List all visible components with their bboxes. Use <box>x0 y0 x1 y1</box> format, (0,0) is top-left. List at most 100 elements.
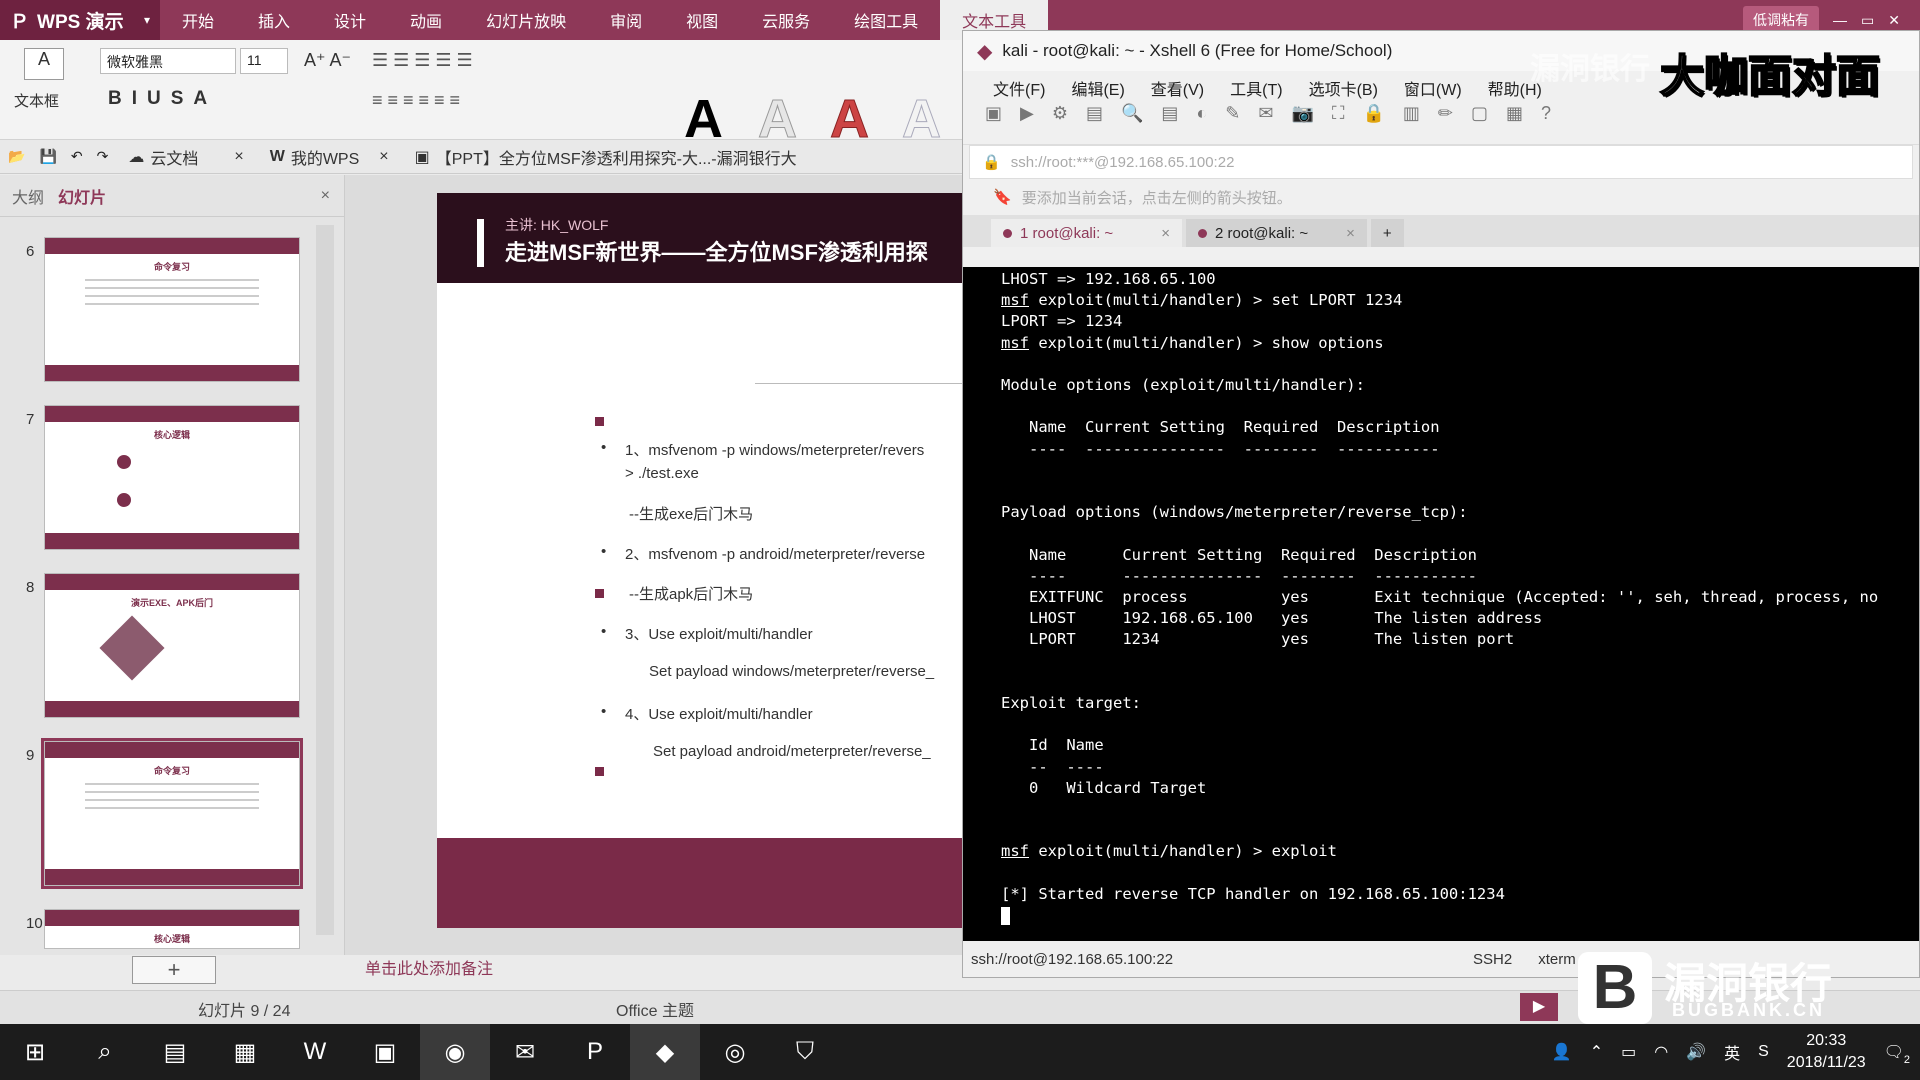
font-name-select[interactable]: 微软雅黑 <box>100 48 236 74</box>
wps-logo-icon: Ｐ <box>10 11 30 33</box>
slide-editor: 主讲: HK_WOLF 走进MSF新世界——全方位MSF渗透利用探 • 1、ms… <box>345 175 977 955</box>
close-icon[interactable]: × <box>234 148 243 166</box>
menu-edit[interactable]: 编辑(E) <box>1071 76 1124 100</box>
close-icon[interactable]: × <box>379 148 388 166</box>
undo-icon[interactable]: ↶ <box>71 148 83 165</box>
clock[interactable]: 20:33 2018/11/23 <box>1787 1030 1866 1074</box>
term-line: LHOST => 192.168.65.100 <box>1001 270 1216 288</box>
explorer-icon[interactable]: ▦ <box>210 1024 280 1080</box>
tab-outline[interactable]: 大纲 <box>12 184 44 208</box>
bullet: • <box>601 623 607 640</box>
clock-date: 2018/11/23 <box>1786 1054 1866 1071</box>
bullet: • <box>601 439 607 456</box>
doc-tab-cloud[interactable]: ☁ 云文档 × <box>122 145 249 169</box>
terminal[interactable]: LHOST => 192.168.65.100 msf exploit(multi… <box>963 267 1919 943</box>
new-tab-button[interactable]: + <box>1370 219 1404 247</box>
chevron-up-icon[interactable]: ⌃ <box>1590 1042 1603 1062</box>
format-buttons[interactable]: BIUSA <box>108 88 217 110</box>
bullet: • <box>601 543 607 560</box>
ime-indicator[interactable]: 英 <box>1724 1040 1740 1064</box>
slide-line: --生成apk后门木马 <box>629 586 754 603</box>
maximize-icon[interactable]: ▭ <box>1861 12 1874 29</box>
menu-view[interactable]: 查看(V) <box>1151 76 1204 100</box>
tab-review[interactable]: 审阅 <box>588 0 664 40</box>
menu-tabs[interactable]: 选项卡(B) <box>1309 76 1378 100</box>
people-icon[interactable]: 👤 <box>1552 1042 1572 1062</box>
redo-icon[interactable]: ↷ <box>97 148 109 165</box>
doc-tab-mywps[interactable]: W 我的WPS × <box>264 145 395 169</box>
wps-presentation-icon[interactable]: ◉ <box>420 1024 490 1080</box>
close-icon[interactable]: × <box>321 187 330 205</box>
notification-count: 2 <box>1903 1054 1910 1066</box>
menu-file[interactable]: 文件(F) <box>993 76 1045 100</box>
align-icon[interactable]: ≡ ≡ ≡ ≡ ≡ ≡ <box>372 90 460 111</box>
term-line: Name Current Setting Required Descriptio… <box>1001 418 1440 437</box>
wps-writer-icon[interactable]: W <box>280 1024 350 1080</box>
tab-insert[interactable]: 插入 <box>236 0 312 40</box>
font-grow-icon[interactable]: A⁺ A⁻ <box>304 50 351 71</box>
tab-design[interactable]: 设计 <box>312 0 388 40</box>
battery-icon[interactable]: ▭ <box>1621 1042 1636 1062</box>
slide-thumbnail-selected[interactable]: 命令复习 <box>41 738 303 889</box>
term-line: Exploit target: <box>1001 694 1141 713</box>
tab-cloud[interactable]: 云服务 <box>740 0 832 40</box>
notes-placeholder[interactable]: 单击此处添加备注 <box>365 955 493 979</box>
tab-slideshow[interactable]: 幻灯片放映 <box>464 0 588 40</box>
watermark-top: 漏洞银行 <box>1530 53 1650 86</box>
bullet: • <box>601 703 607 720</box>
close-icon[interactable]: × <box>1346 225 1355 242</box>
volume-icon[interactable]: 🔊 <box>1686 1042 1706 1062</box>
theme-name: Office 主题 <box>616 1003 694 1020</box>
tab-slides[interactable]: 幻灯片 <box>58 184 106 208</box>
session-tab-1[interactable]: 1 root@kali: ~ × <box>991 219 1182 247</box>
tab-animation[interactable]: 动画 <box>388 0 464 40</box>
browser-icon[interactable]: ◎ <box>700 1024 770 1080</box>
sogou-icon[interactable]: S <box>1758 1043 1769 1061</box>
start-icon[interactable]: ⊞ <box>0 1024 70 1080</box>
slide-line: 4、Use exploit/multi/handler <box>625 706 813 723</box>
slide-thumbnail[interactable]: 命令复习 <box>44 237 300 382</box>
wifi-icon[interactable]: ◠ <box>1654 1042 1668 1062</box>
folder-icon[interactable]: 📂 <box>8 148 25 165</box>
play-icon[interactable]: ▶ <box>1520 993 1558 1021</box>
slide-thumbnail[interactable]: 演示EXE、APK后门 <box>44 573 300 718</box>
app-icon[interactable]: ▣ <box>350 1024 420 1080</box>
address-bar[interactable]: 🔒 ssh://root:***@192.168.65.100:22 <box>969 145 1913 179</box>
tab-drawing-tools[interactable]: 绘图工具 <box>832 0 940 40</box>
menu-tools[interactable]: 工具(T) <box>1230 76 1282 100</box>
xshell-toolbar: ▣▶⚙▤🔍▤◐✎✉📷⛶🔒▥✏▢▦? <box>963 103 1919 145</box>
tab-home[interactable]: 开始 <box>160 0 236 40</box>
save-icon[interactable]: 💾 <box>39 148 56 165</box>
font-size-select[interactable]: 11 <box>240 48 288 74</box>
status-terminal: xterm <box>1538 950 1576 968</box>
wps-app-menu[interactable]: Ｐ WPS 演示 ▾ <box>0 0 160 40</box>
session-tip: 🔖 要添加当前会话，点击左侧的箭头按钮。 <box>963 179 1919 215</box>
textbox-icon[interactable]: A <box>24 48 64 80</box>
close-icon[interactable]: × <box>1161 225 1170 242</box>
add-slide-button[interactable]: + <box>132 956 216 984</box>
panel-scrollbar[interactable] <box>316 225 334 935</box>
slide-thumbnail[interactable]: 核心逻辑 <box>44 405 300 550</box>
app-p-icon[interactable]: P <box>560 1024 630 1080</box>
xshell-taskbar-icon[interactable]: ◆ <box>630 1024 700 1080</box>
lock-icon: 🔒 <box>982 154 1001 171</box>
toolbar-icons[interactable]: ▣▶⚙▤🔍▤◐✎✉📷⛶🔒▥✏▢▦? <box>985 103 1569 124</box>
shield-icon[interactable]: ⛉ <box>770 1024 840 1080</box>
task-view-icon[interactable]: ▤ <box>140 1024 210 1080</box>
tab-view[interactable]: 视图 <box>664 0 740 40</box>
textbox-label[interactable]: 文本框 <box>14 90 59 111</box>
close-icon[interactable]: ✕ <box>1888 12 1900 29</box>
network-app-icon[interactable]: ✉ <box>490 1024 560 1080</box>
notification-icon[interactable]: 🗨 2 <box>1884 1042 1910 1066</box>
search-icon[interactable]: ⌕ <box>70 1024 140 1080</box>
minimize-icon[interactable]: — <box>1833 12 1847 28</box>
wps-icon: W <box>269 147 285 165</box>
current-slide[interactable]: 主讲: HK_WOLF 走进MSF新世界——全方位MSF渗透利用探 • 1、ms… <box>437 193 977 928</box>
session-tab-2[interactable]: 2 root@kali: ~ × <box>1185 219 1367 247</box>
tip-text: 要添加当前会话，点击左侧的箭头按钮。 <box>1021 189 1292 207</box>
panel-tabs: 大纲 幻灯片 × <box>0 175 344 217</box>
doc-tab-ppt[interactable]: ▣ 【PPT】全方位MSF渗透利用探究-大...-漏洞银行大 <box>409 145 803 169</box>
list-icon[interactable]: ☰ ☰ ☰ ☰ ☰ <box>372 50 473 71</box>
slide-thumbnail[interactable]: 核心逻辑 <box>44 909 300 949</box>
menu-window[interactable]: 窗口(W) <box>1404 76 1462 100</box>
